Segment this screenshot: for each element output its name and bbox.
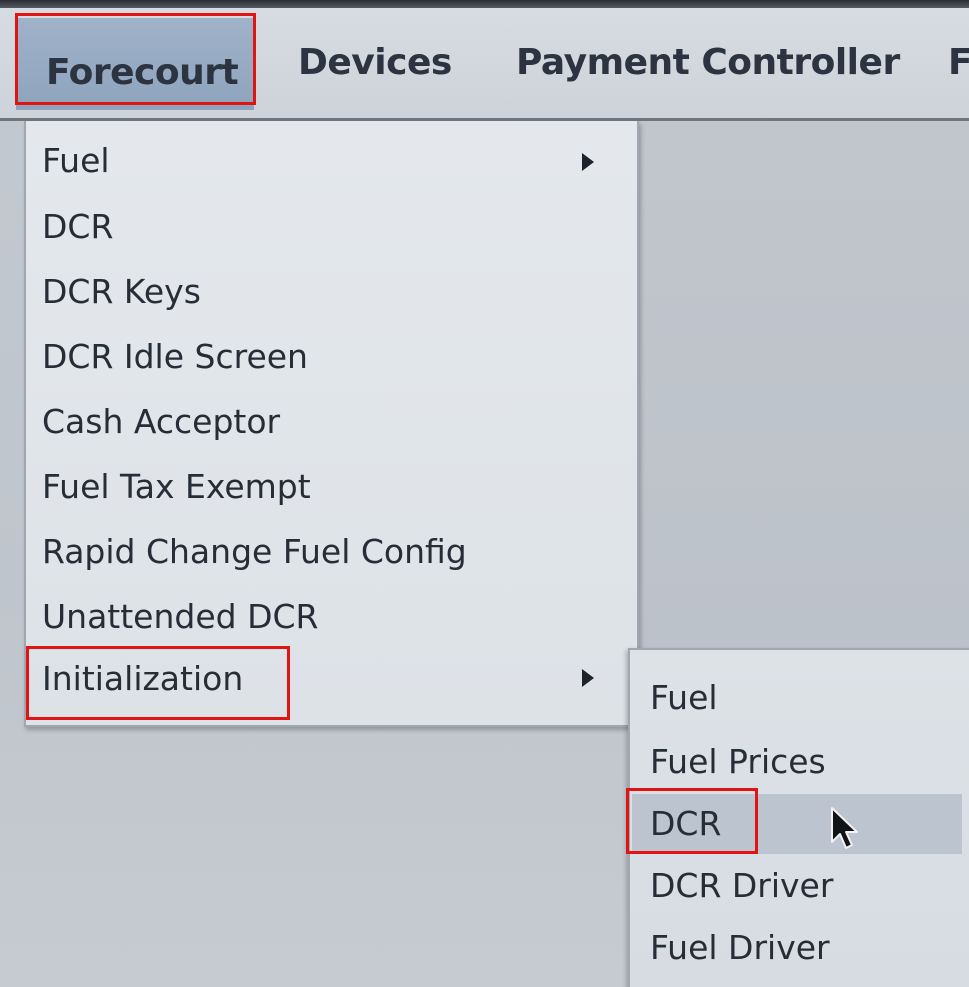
menu-item-cash-acceptor[interactable]: Cash Acceptor bbox=[42, 392, 280, 452]
submenu-item-dcr-driver-label: DCR Driver bbox=[650, 866, 834, 905]
submenu-item-fuel-driver-label: Fuel Driver bbox=[650, 928, 830, 967]
menubar-forecourt[interactable]: Forecourt bbox=[16, 18, 254, 110]
submenu-item-fuel-prices[interactable]: Fuel Prices bbox=[650, 732, 826, 792]
submenu-item-fuel-label: Fuel bbox=[650, 678, 718, 717]
menu-item-dcr-idle-screen-label: DCR Idle Screen bbox=[42, 337, 308, 376]
menubar-payment-controller[interactable]: Payment Controller bbox=[516, 42, 900, 83]
menu-item-rapid-change-fuel-config-label: Rapid Change Fuel Config bbox=[42, 532, 467, 571]
menu-item-dcr[interactable]: DCR bbox=[42, 197, 113, 257]
submenu-item-dcr[interactable]: DCR bbox=[650, 794, 721, 854]
initialization-submenu: Fuel Fuel Prices DCR DCR Driver Fuel Dri… bbox=[628, 648, 969, 987]
menu-item-fuel-tax-exempt[interactable]: Fuel Tax Exempt bbox=[42, 457, 311, 517]
submenu-item-dcr-driver[interactable]: DCR Driver bbox=[650, 856, 833, 916]
menu-item-cash-acceptor-label: Cash Acceptor bbox=[42, 402, 281, 441]
submenu-item-dcr-label: DCR bbox=[650, 804, 722, 843]
submenu-item-fuel-driver[interactable]: Fuel Driver bbox=[650, 918, 830, 978]
menu-item-dcr-label: DCR bbox=[42, 207, 114, 246]
window-top-edge bbox=[0, 0, 969, 8]
submenu-item-fuel[interactable]: Fuel bbox=[650, 668, 718, 728]
menubar-devices[interactable]: Devices bbox=[298, 42, 452, 83]
menu-item-dcr-keys[interactable]: DCR Keys bbox=[42, 262, 201, 322]
submenu-arrow-icon bbox=[582, 669, 594, 687]
menubar-truncated-item[interactable]: F bbox=[948, 42, 969, 83]
menubar: Forecourt Devices Payment Controller F bbox=[0, 8, 969, 121]
forecourt-dropdown-menu: Fuel DCR DCR Keys DCR Idle Screen Cash A… bbox=[24, 121, 639, 727]
content-pane bbox=[636, 121, 969, 661]
menubar-payment-controller-label: Payment Controller bbox=[516, 42, 900, 83]
submenu-item-fuel-prices-label: Fuel Prices bbox=[650, 742, 826, 781]
menu-item-fuel[interactable]: Fuel bbox=[42, 131, 110, 191]
menu-item-dcr-keys-label: DCR Keys bbox=[42, 272, 201, 311]
menubar-forecourt-label: Forecourt bbox=[46, 52, 239, 93]
screen: Forecourt Devices Payment Controller F F… bbox=[0, 0, 969, 987]
submenu-arrow-icon bbox=[582, 153, 594, 171]
menu-item-rapid-change-fuel-config[interactable]: Rapid Change Fuel Config bbox=[42, 522, 467, 582]
mouse-pointer-icon bbox=[831, 807, 858, 849]
menu-item-unattended-dcr-label: Unattended DCR bbox=[42, 597, 319, 636]
menu-item-dcr-idle-screen[interactable]: DCR Idle Screen bbox=[42, 327, 308, 387]
menu-item-fuel-tax-exempt-label: Fuel Tax Exempt bbox=[42, 467, 311, 506]
menu-item-initialization[interactable]: Initialization bbox=[42, 649, 243, 709]
menu-item-fuel-label: Fuel bbox=[42, 141, 110, 180]
menu-item-unattended-dcr[interactable]: Unattended DCR bbox=[42, 587, 318, 647]
menubar-devices-label: Devices bbox=[298, 42, 452, 83]
menubar-truncated-label: F bbox=[948, 42, 969, 83]
menu-item-initialization-label: Initialization bbox=[42, 659, 244, 698]
